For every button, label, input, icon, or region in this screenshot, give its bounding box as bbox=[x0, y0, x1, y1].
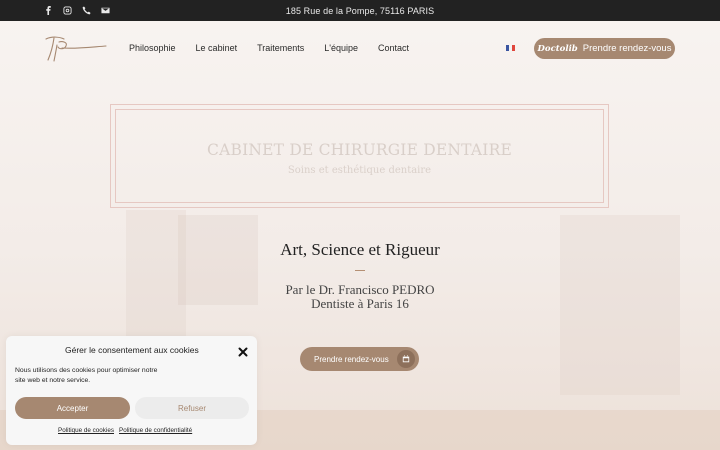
refuse-cookies-button[interactable]: Refuser bbox=[135, 397, 249, 419]
site-header: Philosophie Le cabinet Traitements L'équ… bbox=[0, 21, 720, 77]
cookie-policy-link[interactable]: Politique de cookies bbox=[58, 427, 114, 434]
accept-cookies-button[interactable]: Accepter bbox=[15, 397, 130, 419]
envelope-icon[interactable] bbox=[101, 6, 110, 15]
cookie-title: Gérer le consentement aux cookies bbox=[65, 345, 199, 355]
header-appointment-label: Prendre rendez-vous bbox=[582, 43, 672, 54]
tagline-divider bbox=[355, 270, 365, 271]
phone-icon[interactable] bbox=[82, 6, 91, 15]
instagram-icon[interactable] bbox=[63, 6, 72, 15]
cookie-text: Nous utilisons des cookies pour optimise… bbox=[15, 367, 158, 384]
cookie-consent-banner: Gérer le consentement aux cookies Nous u… bbox=[6, 336, 257, 445]
nav-equipe[interactable]: L'équipe bbox=[324, 43, 358, 53]
language-flag-fr[interactable] bbox=[506, 45, 515, 51]
hero-title: CABINET DE CHIRURGIE DENTAIRE bbox=[207, 141, 512, 159]
top-bar: 185 Rue de la Pompe, 75116 PARIS bbox=[0, 0, 720, 21]
nav-le-cabinet[interactable]: Le cabinet bbox=[196, 43, 238, 53]
hero-tagline: Art, Science et Rigueur bbox=[280, 240, 440, 259]
hero-appointment-label: Prendre rendez-vous bbox=[314, 354, 389, 364]
privacy-policy-link[interactable]: Politique de confidentialité bbox=[119, 427, 192, 434]
logo[interactable] bbox=[42, 33, 108, 63]
doctolib-logo: Doctolib bbox=[537, 43, 578, 54]
hero-subtitle: Soins et esthétique dentaire bbox=[287, 165, 432, 176]
doctor-location: Dentiste à Paris 16 bbox=[311, 296, 409, 311]
close-icon[interactable] bbox=[238, 344, 248, 357]
header-appointment-button[interactable]: Doctolib Prendre rendez-vous bbox=[534, 38, 675, 59]
social-links bbox=[44, 6, 110, 15]
nav-traitements[interactable]: Traitements bbox=[257, 43, 304, 53]
facebook-icon[interactable] bbox=[44, 6, 53, 15]
cookie-links: Politique de cookies Politique de confid… bbox=[58, 427, 192, 434]
calendar-icon bbox=[397, 350, 415, 368]
nav-philosophie[interactable]: Philosophie bbox=[129, 43, 176, 53]
main-nav: Philosophie Le cabinet Traitements L'équ… bbox=[129, 43, 409, 53]
hero-appointment-button[interactable]: Prendre rendez-vous bbox=[300, 347, 419, 371]
nav-contact[interactable]: Contact bbox=[378, 43, 409, 53]
